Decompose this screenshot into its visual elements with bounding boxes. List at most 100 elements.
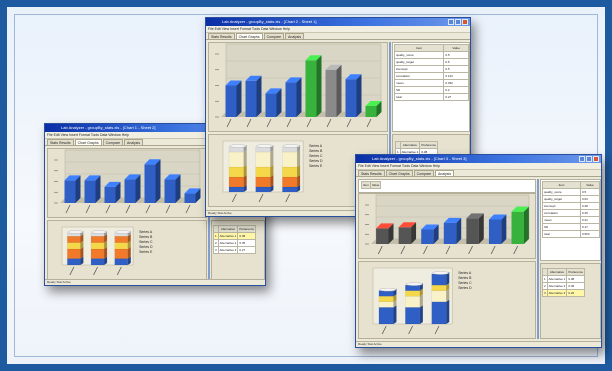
maximize-button[interactable]	[586, 156, 592, 162]
maximize-button[interactable]	[455, 19, 461, 25]
table-row[interactable]: intercept 0.5	[393, 65, 469, 73]
column-header[interactable]: Item	[393, 44, 445, 52]
stats-header-table: Item Value	[361, 181, 382, 189]
stack-segment	[378, 307, 394, 325]
table-row[interactable]: 2 Alternative 2 0.36	[542, 282, 586, 290]
column-header[interactable]: Preference	[566, 268, 586, 276]
tab-stats-results[interactable]: Stats Results	[47, 139, 74, 145]
column-header[interactable]: Value	[579, 181, 601, 189]
table-row[interactable]: correlation 0.143	[393, 72, 469, 80]
table-cell: Alternative 2	[217, 239, 239, 247]
titlebar[interactable]: Lab Analyzer - groupBy_stats.xls - [Char…	[356, 155, 601, 163]
stack-segment	[378, 296, 394, 302]
stats-pane: Item Value quality_score 0.5 quality_target 0…	[392, 42, 470, 132]
status-bar: Ready Stat Active	[356, 341, 601, 347]
stack-cap	[379, 288, 397, 292]
tab-chart-graphs[interactable]: Chart Graphs	[74, 139, 102, 145]
tick-label-mark	[423, 245, 428, 255]
table-row[interactable]: 3Alternative 30.27	[213, 246, 257, 254]
column-header[interactable]: Value	[443, 44, 469, 52]
column-header[interactable]: Preference	[419, 141, 439, 149]
stack-cap	[405, 282, 423, 286]
table-cell: 0.28	[579, 202, 601, 210]
table-row[interactable]: 1 Alternative 1 0.38	[542, 275, 586, 283]
table-cell: quality_score	[393, 51, 445, 59]
menubar[interactable]: File Edit View Insert Format Tools Data …	[206, 26, 470, 33]
tab-stats-results[interactable]: Stats Results	[358, 170, 385, 176]
table-row[interactable]: quality_target 0.5	[393, 58, 469, 66]
tab-analysis[interactable]: Analysis	[435, 170, 455, 176]
column-header[interactable]: Alternative	[217, 225, 239, 233]
table-row[interactable]: quality_target 0.63	[542, 195, 601, 203]
preference-table: AlternativePreference1Alternative 10.382…	[542, 268, 586, 297]
legend-entry: Series C	[139, 240, 153, 244]
tab-stats-results[interactable]: Stats Results	[208, 33, 235, 39]
table-cell: quality_target	[393, 58, 445, 66]
bar	[144, 164, 156, 203]
tick-label-mark	[306, 118, 312, 128]
stack-cap	[282, 144, 300, 148]
table-row[interactable]: 3 Alternative 3 0.26	[542, 289, 586, 297]
table-row[interactable]: 2Alternative 20.35	[213, 239, 257, 247]
legend-entry: Series B	[309, 149, 323, 153]
titlebar[interactable]: Lab Analyzer - groupBy_stats.xls - [Char…	[206, 18, 470, 26]
column-header[interactable]: Alternative	[399, 141, 421, 149]
bar	[104, 186, 116, 203]
column-header[interactable]: Preference	[237, 225, 257, 233]
stack-segment	[431, 273, 447, 286]
stack-segment-side	[446, 299, 450, 324]
tab-chart-graphs[interactable]: Chart Graphs	[235, 33, 263, 39]
stack-segment	[255, 166, 271, 178]
table-cell: mean	[393, 79, 445, 87]
tab-analysis[interactable]: Analysis	[124, 139, 144, 145]
column-header[interactable]: Item	[542, 181, 581, 189]
tab-compare[interactable]: Compare	[413, 170, 435, 176]
table-cell: intercept	[393, 65, 445, 73]
legend-entry: Series A	[309, 144, 323, 148]
bar	[225, 85, 237, 117]
stack-segment	[282, 186, 298, 193]
menubar[interactable]: File Edit View Insert Format Tools Data …	[356, 163, 601, 170]
minimize-button[interactable]	[579, 156, 585, 162]
column-header[interactable]: Alternative	[546, 268, 568, 276]
tab-chart-graphs[interactable]: Chart Graphs	[385, 170, 413, 176]
bar-side	[356, 74, 362, 117]
tab-compare[interactable]: Compare	[102, 139, 124, 145]
table-cell: 0.45	[579, 209, 601, 217]
tick-label-mark	[381, 325, 387, 335]
close-button[interactable]	[593, 156, 599, 162]
table-row[interactable]: correlation 0.45	[542, 209, 601, 217]
tab-compare[interactable]: Compare	[263, 33, 285, 39]
table-row[interactable]: SD 0.2	[393, 86, 469, 94]
splitter-vertical[interactable]	[537, 179, 539, 339]
bar-chart-pane	[47, 148, 207, 218]
table-row[interactable]: total 0.27	[393, 93, 469, 101]
stack-segment	[255, 186, 271, 193]
bar	[285, 82, 297, 117]
table-cell: 0.26	[566, 289, 586, 297]
stack-segment-side	[297, 150, 301, 167]
close-button[interactable]	[462, 19, 468, 25]
stack-segment	[90, 258, 105, 266]
table-row[interactable]: intercept 0.28	[542, 202, 601, 210]
window-controls	[448, 19, 468, 25]
table-row[interactable]: quality_score 0.5	[393, 51, 469, 59]
stack-segment-side	[104, 247, 108, 259]
table-row[interactable]: SD 0.17	[542, 223, 601, 231]
tab-analysis[interactable]: Analysis	[285, 33, 305, 39]
table-header-row: Alternative Preference	[542, 268, 586, 276]
table-cell: SD	[393, 86, 445, 94]
preference-table: AlternativePreference1Alternative 10.382…	[213, 225, 257, 254]
table-row[interactable]: mean 0.332	[393, 79, 469, 87]
table-row[interactable]: total 0.563	[542, 230, 601, 238]
results-pane: AlternativePreference1Alternative 10.382…	[540, 263, 601, 339]
table-row[interactable]: quality_score 0.5	[542, 188, 601, 196]
bar-side	[501, 214, 507, 244]
tick-label-mark	[366, 118, 372, 128]
window-right[interactable]: Lab Analyzer - groupBy_stats.xls - [Char…	[355, 154, 602, 348]
table-row[interactable]: 1 Alternative 1 0.38	[213, 232, 257, 240]
stack-cap	[432, 271, 449, 275]
bar	[365, 105, 377, 117]
table-row[interactable]: mean 0.21	[542, 216, 601, 224]
minimize-button[interactable]	[448, 19, 454, 25]
